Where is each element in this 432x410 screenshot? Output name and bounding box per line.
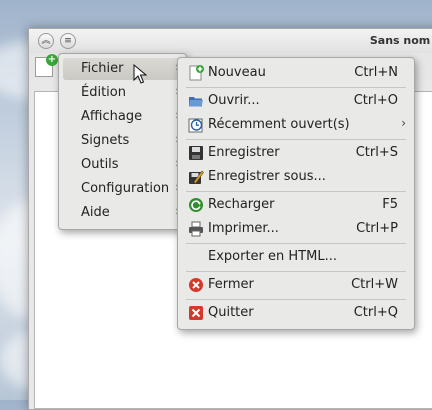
- menu-item-fermer[interactable]: Fermer Ctrl+W: [182, 273, 410, 297]
- save-as-icon: [189, 170, 204, 184]
- menu-item-label: Configuration: [81, 181, 170, 196]
- shortcut-label: Ctrl+N: [354, 65, 398, 80]
- clock-icon: [188, 118, 203, 133]
- menu-item-edition[interactable]: Édition ›: [63, 82, 182, 104]
- menu-separator: [186, 87, 406, 88]
- menu-item-ouvrir[interactable]: Ouvrir... Ctrl+O: [182, 89, 410, 113]
- menu-item-label: Édition: [81, 85, 126, 100]
- menu-separator: [186, 271, 406, 272]
- file-submenu: Nouveau Ctrl+N Ouvrir... Ctrl+O Récemmen…: [177, 57, 415, 330]
- window-title: Sans nom - K: [369, 34, 432, 47]
- reload-icon: [189, 198, 203, 212]
- window-titlebar: ︽ ≡ Sans nom - K: [29, 29, 432, 54]
- menu-item-label: Enregistrer sous...: [208, 169, 326, 184]
- chevron-up-icon: ︽: [41, 36, 51, 46]
- shortcut-label: Ctrl+P: [356, 221, 398, 236]
- menu-item-label: Nouveau: [208, 65, 266, 80]
- menu-item-aide[interactable]: Aide ›: [63, 202, 182, 224]
- menu-item-label: Quitter: [208, 305, 254, 320]
- shortcut-label: Ctrl+W: [351, 277, 398, 292]
- menu-separator: [186, 243, 406, 244]
- chevron-right-icon: ›: [401, 116, 406, 130]
- menu-item-label: Affichage: [81, 109, 143, 124]
- shortcut-label: Ctrl+S: [355, 145, 398, 160]
- quit-icon: [189, 306, 203, 320]
- menu-item-label: Recharger: [208, 197, 275, 212]
- menu-item-configuration[interactable]: Configuration ›: [63, 178, 182, 200]
- menu-item-label: Outils: [81, 157, 119, 172]
- new-document-icon: [189, 65, 204, 81]
- menu-item-exporter-html[interactable]: Exporter en HTML...: [182, 245, 410, 269]
- menu-item-quitter[interactable]: Quitter Ctrl+Q: [182, 301, 410, 325]
- menu-item-affichage[interactable]: Affichage ›: [63, 106, 182, 128]
- mouse-cursor-icon: [133, 64, 147, 84]
- menu-item-recent[interactable]: Récemment ouvert(s) ›: [182, 113, 410, 137]
- menu-item-outils[interactable]: Outils ›: [63, 154, 182, 176]
- menu-item-fichier[interactable]: Fichier ›: [63, 58, 182, 80]
- menu-item-label: Imprimer...: [208, 221, 279, 236]
- close-icon: [189, 278, 203, 292]
- main-menu-popup: Fichier › Édition › Affichage › Signets …: [58, 53, 187, 230]
- new-document-toolbar-button[interactable]: +: [35, 54, 58, 77]
- plus-icon: +: [46, 54, 58, 66]
- menu-item-label: Aide: [81, 205, 110, 220]
- printer-icon: [189, 221, 203, 237]
- menu-item-signets[interactable]: Signets ›: [63, 130, 182, 152]
- menu-item-recharger[interactable]: Recharger F5: [182, 193, 410, 217]
- menu-item-nouveau[interactable]: Nouveau Ctrl+N: [182, 61, 410, 85]
- menu-separator: [186, 299, 406, 300]
- folder-open-icon: [189, 97, 203, 107]
- window-options-button[interactable]: ≡: [60, 33, 76, 49]
- menu-separator: [186, 139, 406, 140]
- shortcut-label: F5: [382, 197, 398, 212]
- menu-item-label: Ouvrir...: [208, 93, 260, 108]
- menu-item-label: Fichier: [81, 61, 124, 76]
- menu-separator: [186, 191, 406, 192]
- menu-item-label: Exporter en HTML...: [208, 249, 337, 264]
- menu-item-label: Fermer: [208, 277, 254, 292]
- menu-item-label: Récemment ouvert(s): [208, 117, 350, 132]
- menu-item-label: Enregistrer: [208, 145, 280, 160]
- menu-item-enregistrer-sous[interactable]: Enregistrer sous...: [182, 165, 410, 189]
- shortcut-label: Ctrl+Q: [353, 305, 398, 320]
- shortcut-label: Ctrl+O: [353, 93, 398, 108]
- window-menu-button[interactable]: ︽: [38, 33, 54, 49]
- menu-item-label: Signets: [81, 133, 130, 148]
- menu-item-enregistrer[interactable]: Enregistrer Ctrl+S: [182, 141, 410, 165]
- menu-icon: ≡: [64, 36, 72, 46]
- floppy-disk-icon: [189, 146, 203, 160]
- menu-item-imprimer[interactable]: Imprimer... Ctrl+P: [182, 217, 410, 241]
